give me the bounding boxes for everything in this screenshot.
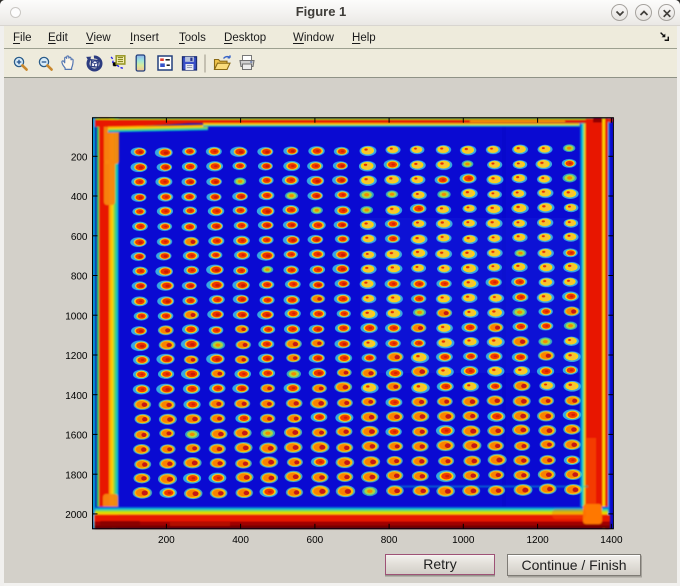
svg-text:1000: 1000 <box>452 535 475 546</box>
svg-text:200: 200 <box>158 535 175 546</box>
svg-text:1200: 1200 <box>65 351 88 362</box>
svg-text:1400: 1400 <box>65 391 88 402</box>
svg-text:800: 800 <box>71 272 88 283</box>
svg-text:800: 800 <box>381 535 398 546</box>
svg-text:2000: 2000 <box>65 510 88 521</box>
svg-text:1000: 1000 <box>65 311 88 322</box>
svg-text:600: 600 <box>71 232 88 243</box>
svg-text:600: 600 <box>307 535 324 546</box>
svg-text:1600: 1600 <box>65 431 88 442</box>
svg-text:1400: 1400 <box>600 535 623 546</box>
svg-text:400: 400 <box>71 192 88 203</box>
svg-text:1800: 1800 <box>65 470 88 481</box>
svg-text:400: 400 <box>232 535 249 546</box>
svg-text:200: 200 <box>71 153 88 164</box>
svg-text:1200: 1200 <box>526 535 549 546</box>
